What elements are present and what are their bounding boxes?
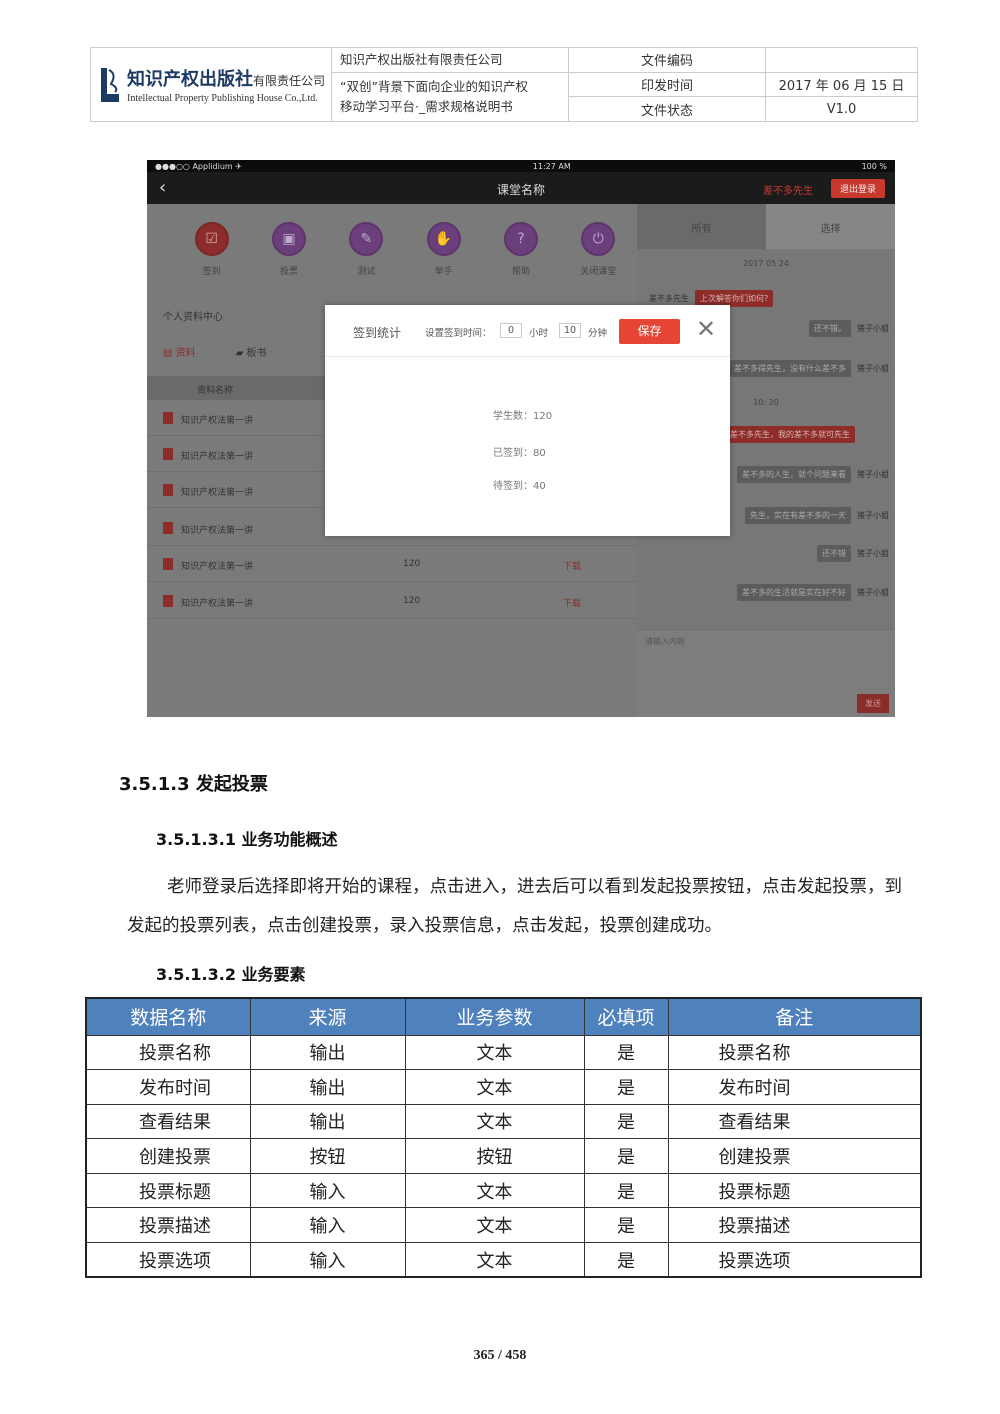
- test-icon: ✎: [349, 222, 384, 256]
- send-button[interactable]: 发送: [857, 694, 889, 713]
- file-row[interactable]: 知识产权法第一讲 120 下载: [147, 583, 637, 619]
- resource-tabs: ▤ 资料 ▰ 板书: [163, 344, 267, 359]
- file-icon: [163, 412, 173, 424]
- modal-title: 签到统计: [353, 326, 402, 340]
- nav-username: 差不多先生: [763, 186, 813, 197]
- table-row: 投票标题 输入 文本是投票标题: [85, 1172, 922, 1209]
- battery-text: 100 %: [861, 161, 887, 171]
- func-vote[interactable]: ▣ 投票: [250, 222, 327, 277]
- chat-input-placeholder: 请输入内容: [645, 637, 685, 646]
- func-help[interactable]: ? 帮助: [482, 222, 559, 277]
- company-name: 知识产权出版社有限责任公司: [331, 47, 570, 73]
- label-status: 文件状态: [568, 96, 767, 122]
- tab-materials[interactable]: ▤ 资料: [163, 344, 196, 359]
- table-row: 发布时间 输出 文本是发布时间: [85, 1069, 922, 1105]
- overview-paragraph: 老师登录后选择即将开始的课程，点击进入，进去后可以看到发起投票按钮，点击发起投票…: [127, 877, 902, 936]
- label-date: 印发时间: [568, 71, 767, 98]
- col-header: 必填项: [583, 997, 669, 1036]
- chat-message: 还不错 猪子小姐: [817, 545, 889, 562]
- checkin-icon: ☑: [194, 222, 229, 256]
- section-title: 个人资料中心: [163, 312, 223, 323]
- page-number: 365 / 458: [473, 1348, 527, 1363]
- col-header: 备注: [667, 997, 922, 1036]
- close-icon[interactable]: ✕: [696, 317, 716, 341]
- logo-english-text: Intellectual Property Publishing House C…: [127, 93, 318, 104]
- document-title: “双创”背景下面向企业的知识产权 移动学习平台·_需求规格说明书: [331, 71, 570, 123]
- save-button[interactable]: 保存: [619, 319, 680, 344]
- modal-header: 签到统计 设置签到时间： 0 小时 10 分钟 保存 ✕: [325, 305, 730, 357]
- file-icon: [163, 522, 173, 534]
- pending-count: 待签到：40: [493, 481, 546, 492]
- raise-hand-icon: ✋: [426, 222, 461, 256]
- func-checkin[interactable]: ☑ 签到: [173, 222, 250, 277]
- tab-select[interactable]: 选择: [766, 204, 895, 249]
- col-header: 业务参数: [404, 997, 585, 1036]
- vote-icon: ▣: [271, 222, 306, 256]
- func-close-class[interactable]: ⏻ 关闭课堂: [560, 222, 637, 277]
- table-row: 创建投票 按钮 按钮是创建投票: [85, 1138, 922, 1174]
- file-icon: [163, 558, 173, 570]
- minutes-input[interactable]: 10: [559, 323, 581, 338]
- file-icon: [163, 448, 173, 460]
- func-test[interactable]: ✎ 测试: [328, 222, 405, 277]
- file-row[interactable]: 知识产权法第一讲 120 下载: [147, 546, 637, 582]
- checkin-stats-modal: 签到统计 设置签到时间： 0 小时 10 分钟 保存 ✕ 学生数：120 已签到…: [325, 305, 730, 536]
- help-icon: ?: [503, 222, 538, 256]
- signed-count: 已签到：80: [493, 448, 546, 459]
- logo-emblem-icon: [101, 67, 119, 102]
- nav-bar: ‹ 课堂名称 差不多先生 退出登录: [147, 172, 895, 204]
- value-status: V1.0: [765, 96, 918, 122]
- table-row: 投票选项 输入 文本是投票选项: [85, 1242, 922, 1278]
- chat-message: 差不多的生活就是实在好不好 猪子小姐: [737, 584, 889, 601]
- chat-tabs: 所有 选择: [637, 204, 895, 249]
- chat-message: 差不多先生，我的差不多就可先生: [725, 426, 855, 443]
- col-header: 数据名称: [85, 997, 251, 1036]
- set-time-label: 设置签到时间：: [425, 328, 492, 339]
- minutes-unit: 分钟: [588, 328, 608, 339]
- file-icon: [163, 484, 173, 496]
- section-heading: 3.5.1.3 发起投票: [119, 774, 268, 795]
- hours-unit: 小时: [529, 328, 549, 339]
- app-screenshot: ●●●○○ Applidium ✈ 11:27 AM 100 % ‹ 课堂名称 …: [147, 160, 895, 717]
- func-raise-hand[interactable]: ✋ 举手: [405, 222, 482, 277]
- chat-message: 先生，实在有差不多的一天 猪子小姐: [745, 507, 889, 524]
- business-elements-table: 数据名称 来源 业务参数 必填项 备注 投票名称 输出 文本是投票名称 发布时间 输出…: [85, 997, 922, 1279]
- subsection-heading-elements: 3.5.1.3.2 业务要素: [156, 965, 306, 984]
- students-count: 学生数：120: [493, 411, 553, 422]
- hours-input[interactable]: 0: [500, 323, 522, 338]
- logo-text: 知识产权出版社有限责任公司: [127, 69, 326, 90]
- document-header: 知识产权出版社有限责任公司 Intellectual Property Publ…: [89, 47, 918, 123]
- chat-date: 2017 05 24: [743, 259, 789, 268]
- function-bar: ☑ 签到 ▣ 投票 ✎ 测试 ✋ 举手 ? 帮助 ⏻ 关闭课堂: [147, 204, 637, 277]
- tab-all[interactable]: 所有: [637, 204, 766, 249]
- logout-button[interactable]: 退出登录: [830, 179, 885, 198]
- company-logo: 知识产权出版社有限责任公司 Intellectual Property Publ…: [89, 47, 333, 122]
- carrier-text: ●●●○○ Applidium ✈: [155, 161, 242, 171]
- chat-message: 差不多得先生，没有什么差不多 猪子小姐: [729, 360, 889, 377]
- status-time: 11:27 AM: [532, 161, 571, 171]
- table-header-row: 数据名称 来源 业务参数 必填项 备注: [85, 997, 922, 1036]
- table-row: 投票名称 输出 文本是投票名称: [85, 1034, 922, 1071]
- subsection-heading-overview: 3.5.1.3.1 业务功能概述: [156, 830, 338, 849]
- chat-message: 还不错。 猪子小姐: [809, 320, 889, 337]
- chat-message: 差不多的人生，就个问题来看 猪子小姐: [737, 466, 889, 483]
- power-icon: ⏻: [581, 222, 616, 256]
- chat-input-area[interactable]: 请输入内容 发送: [637, 629, 895, 717]
- value-code: [765, 47, 918, 73]
- value-date: 2017 年 06 月 15 日: [765, 71, 918, 98]
- label-code: 文件编码: [568, 47, 767, 73]
- col-header: 来源: [249, 997, 406, 1036]
- table-row: 投票描述 输入 文本是投票描述: [85, 1207, 922, 1244]
- status-bar: ●●●○○ Applidium ✈ 11:27 AM 100 %: [147, 160, 895, 172]
- table-row: 查看结果 输出 文本是查看结果: [85, 1103, 922, 1140]
- tab-board[interactable]: ▰ 板书: [236, 344, 267, 359]
- file-icon: [163, 595, 173, 607]
